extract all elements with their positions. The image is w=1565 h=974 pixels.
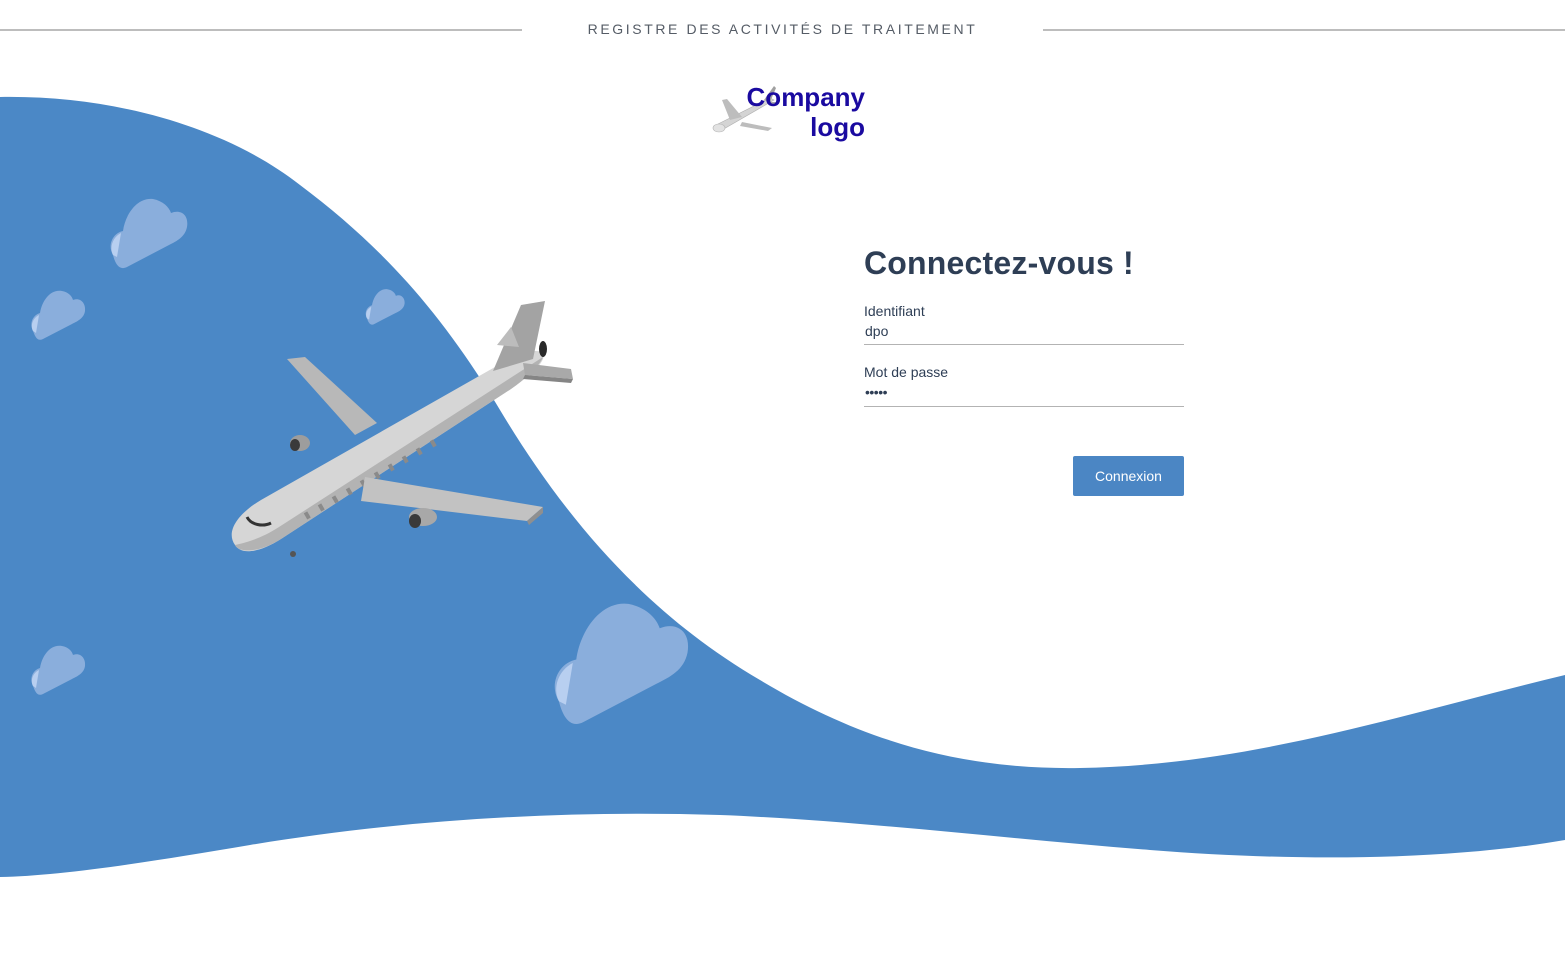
login-submit-button[interactable]: Connexion xyxy=(1073,456,1184,496)
cloud-icon xyxy=(31,290,86,340)
username-input[interactable] xyxy=(864,319,1184,345)
login-form: Connectez-vous ! Identifiant Mot de pass… xyxy=(864,243,1184,496)
cloud-icon xyxy=(554,603,689,724)
airplane-illustration xyxy=(231,301,573,557)
company-logo: Company logo xyxy=(700,80,870,150)
login-page: REGISTRE DES ACTIVITÉS DE TRAITEMENT Com… xyxy=(0,0,1565,974)
logo-text: Company logo xyxy=(735,82,865,142)
header-divider-left xyxy=(0,29,522,31)
password-field-group: Mot de passe ••••• xyxy=(864,364,1184,407)
username-field-group: Identifiant xyxy=(864,303,1184,345)
page-header-title: REGISTRE DES ACTIVITÉS DE TRAITEMENT xyxy=(587,21,978,37)
password-input[interactable]: ••••• xyxy=(864,380,1184,407)
cloud-icon xyxy=(31,645,86,695)
logo-text-line-2: logo xyxy=(810,112,865,142)
header-divider-right xyxy=(1043,29,1565,31)
login-title: Connectez-vous ! xyxy=(864,245,1134,281)
logo-text-line-1: Company xyxy=(746,82,865,112)
cloud-icon xyxy=(110,198,188,269)
password-label: Mot de passe xyxy=(864,364,949,380)
username-label: Identifiant xyxy=(864,303,925,319)
